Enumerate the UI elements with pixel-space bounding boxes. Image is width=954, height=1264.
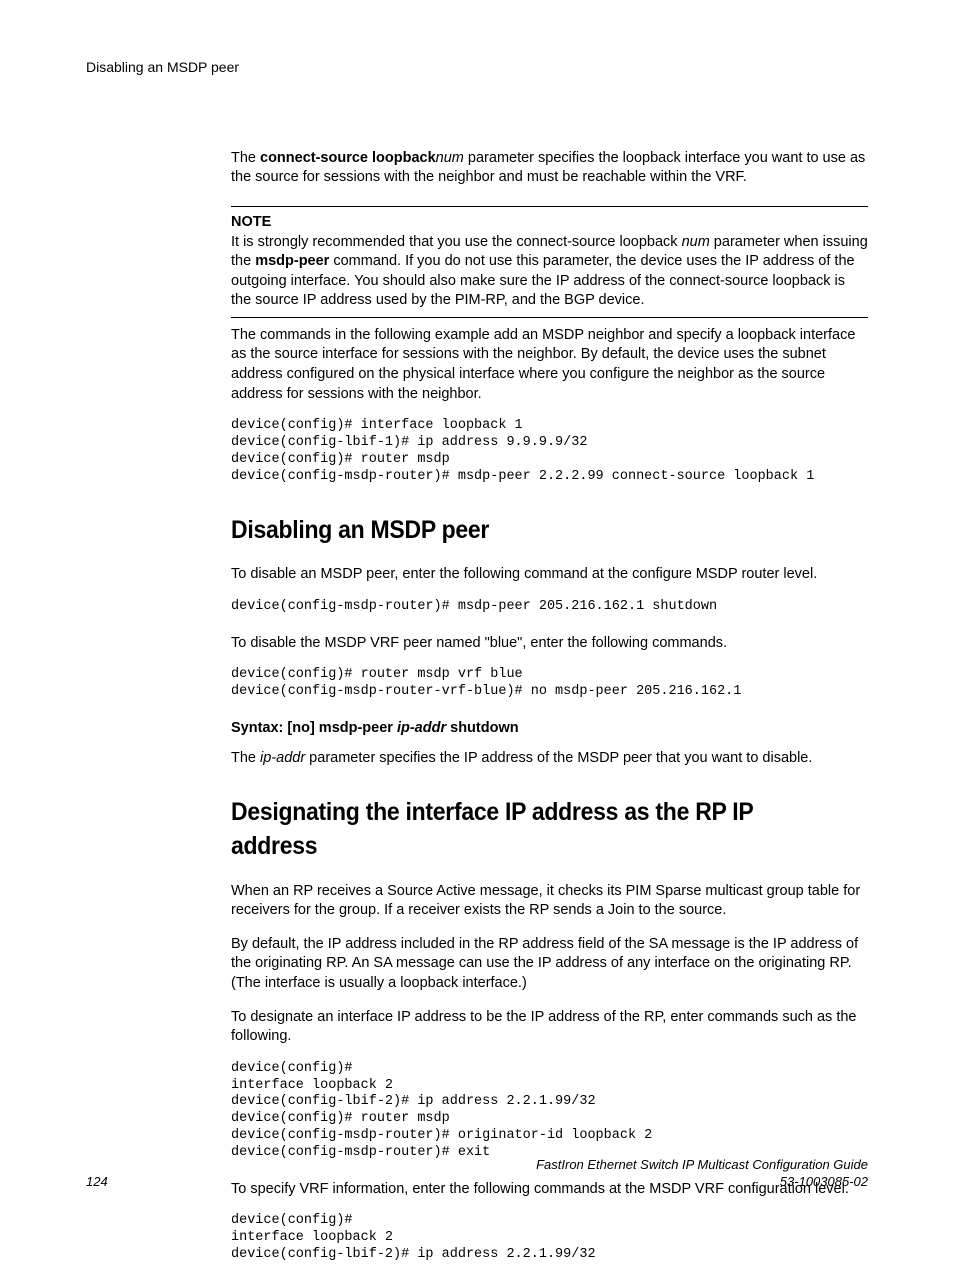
term-num: num [436,150,464,166]
syntax-ipaddr: ip-addr [397,720,446,736]
note-label: NOTE [231,213,868,233]
footer-right: FastIron Ethernet Switch IP Multicast Co… [536,1156,868,1191]
footer-title: FastIron Ethernet Switch IP Multicast Co… [536,1156,868,1174]
code-block: device(config-msdp-router)# msdp-peer 20… [231,599,868,616]
syntax-suffix: shutdown [446,720,519,736]
main-content: The connect-source loopbacknum parameter… [231,149,868,1264]
section-heading-disabling: Disabling an MSDP peer [231,514,817,548]
note-block: NOTE It is strongly recommended that you… [231,206,868,318]
rule-bottom [231,317,868,318]
intro-paragraph: The connect-source loopbacknum parameter… [231,149,868,188]
term-msdp-peer: msdp-peer [255,253,329,269]
term-num: num [682,234,710,250]
paragraph: To disable the MSDP VRF peer named "blue… [231,634,868,654]
note-body: It is strongly recommended that you use … [231,233,868,311]
paragraph: To disable an MSDP peer, enter the follo… [231,565,868,585]
term-ipaddr: ip-addr [260,750,305,766]
page-number: 124 [86,1173,108,1191]
code-block: device(config)# interface loopback 1 dev… [231,418,868,486]
text: It is strongly recommended that you use … [231,234,682,250]
paragraph: When an RP receives a Source Active mess… [231,882,868,921]
page-container: Disabling an MSDP peer The connect-sourc… [0,0,954,1235]
footer-docid: 53-1003085-02 [536,1173,868,1191]
section-heading-designating: Designating the interface IP address as … [231,796,817,864]
running-head: Disabling an MSDP peer [86,58,868,77]
syntax-line: Syntax: [no] msdp-peer ip-addr shutdown [231,719,868,739]
text: The [231,150,260,166]
page-footer: 124 FastIron Ethernet Switch IP Multicas… [86,1156,868,1191]
code-block: device(config)# router msdp vrf blue dev… [231,667,868,701]
rule-top [231,206,868,207]
paragraph: By default, the IP address included in t… [231,935,868,994]
code-block: device(config)# interface loopback 2 dev… [231,1213,868,1264]
text: The [231,750,260,766]
paragraph: The ip-addr parameter specifies the IP a… [231,749,868,769]
text: parameter specifies the IP address of th… [305,750,812,766]
term-connect-source: connect-source loopback [260,150,436,166]
code-block: device(config)# interface loopback 2 dev… [231,1061,868,1162]
syntax-prefix: Syntax: [no] msdp-peer [231,720,397,736]
paragraph: The commands in the following example ad… [231,326,868,404]
paragraph: To designate an interface IP address to … [231,1008,868,1047]
